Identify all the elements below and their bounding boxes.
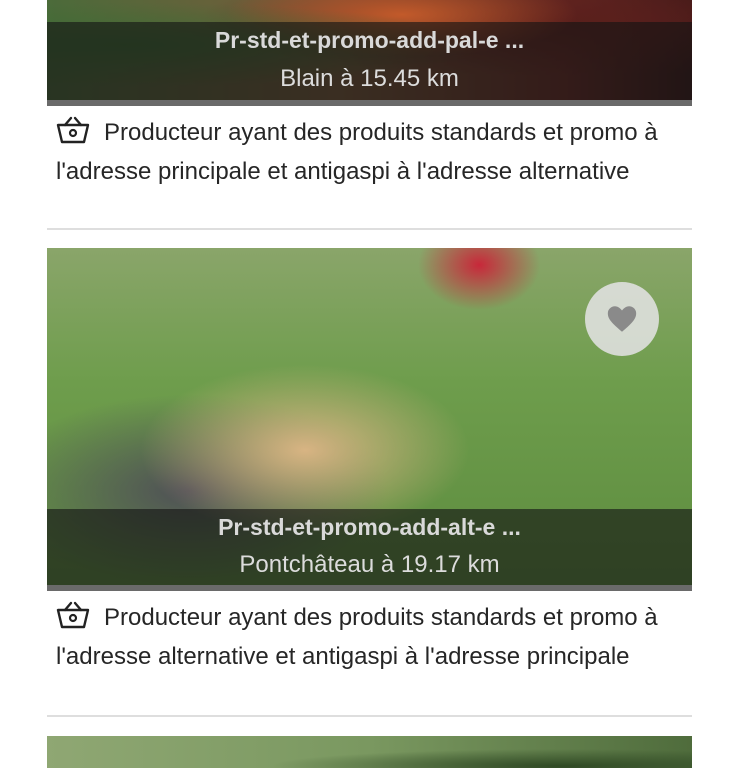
producer-photo[interactable]: Pr-std-et-promo-add-pal-e ... Blain à 15… — [47, 0, 692, 100]
producer-card[interactable]: Pr-std-et-promo-add-pal-e ... Blain à 15… — [47, 0, 692, 230]
producer-name: Pr-std-et-promo-add-pal-e ... — [214, 27, 525, 53]
producer-description-block: Producteur ayant des produits standards … — [47, 591, 692, 717]
basket-icon — [56, 601, 90, 629]
producer-photo[interactable] — [47, 736, 692, 768]
producer-description: Producteur ayant des produits standards … — [56, 604, 658, 670]
basket-icon — [56, 116, 90, 144]
producer-card[interactable]: Pr-std-et-promo-add-alt-e ... Pontchâtea… — [47, 248, 692, 717]
producer-caption: Pr-std-et-promo-add-pal-e ... Blain à 15… — [47, 22, 692, 100]
producer-feed: Pr-std-et-promo-add-pal-e ... Blain à 15… — [0, 0, 738, 768]
producer-description: Producteur ayant des produits standards … — [56, 119, 658, 185]
producer-name: Pr-std-et-promo-add-alt-e ... — [218, 514, 521, 540]
producer-caption: Pr-std-et-promo-add-alt-e ... Pontchâtea… — [47, 509, 692, 585]
favorite-button[interactable] — [585, 282, 659, 356]
producer-location: Blain à 15.45 km — [280, 65, 459, 92]
producer-location: Pontchâteau à 19.17 km — [239, 551, 500, 578]
producer-description-block: Producteur ayant des produits standards … — [47, 106, 692, 230]
heart-icon — [607, 306, 637, 332]
producer-card[interactable] — [47, 736, 692, 768]
producer-photo[interactable]: Pr-std-et-promo-add-alt-e ... Pontchâtea… — [47, 248, 692, 585]
